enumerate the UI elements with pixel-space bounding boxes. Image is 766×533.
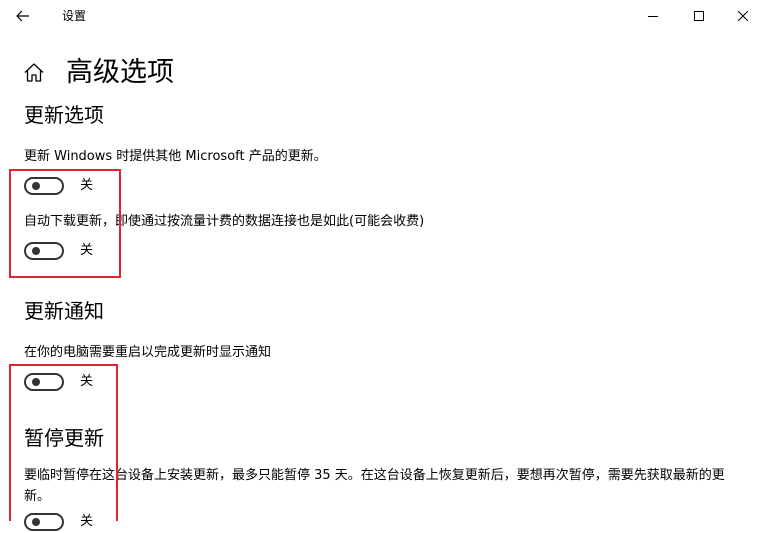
close-button[interactable]: [720, 0, 766, 32]
page-title: 高级选项: [66, 57, 174, 88]
app-title: 设置: [62, 9, 87, 23]
back-arrow-icon: [16, 10, 29, 22]
minimize-icon: [648, 16, 658, 17]
maximize-icon: [694, 11, 704, 21]
section-title-update-notifications: 更新通知: [24, 299, 104, 323]
section-title-update-options: 更新选项: [24, 103, 104, 127]
pause-updates-description: 要临时暂停在这台设备上安装更新，最多只能暂停 35 天。在这台设备上恢复更新后，…: [24, 468, 725, 504]
title-bar: 设置: [0, 0, 766, 32]
minimize-button[interactable]: [630, 0, 676, 32]
close-icon: [738, 11, 748, 21]
maximize-button[interactable]: [676, 0, 722, 32]
home-icon[interactable]: [22, 61, 46, 85]
highlight-box-update-options: [9, 169, 121, 278]
highlight-box-notify-pause: [9, 364, 118, 521]
back-button[interactable]: [8, 2, 38, 30]
restart-notify-label: 在你的电脑需要重启以完成更新时显示通知: [24, 345, 272, 360]
other-products-label: 更新 Windows 时提供其他 Microsoft 产品的更新。: [24, 149, 327, 164]
